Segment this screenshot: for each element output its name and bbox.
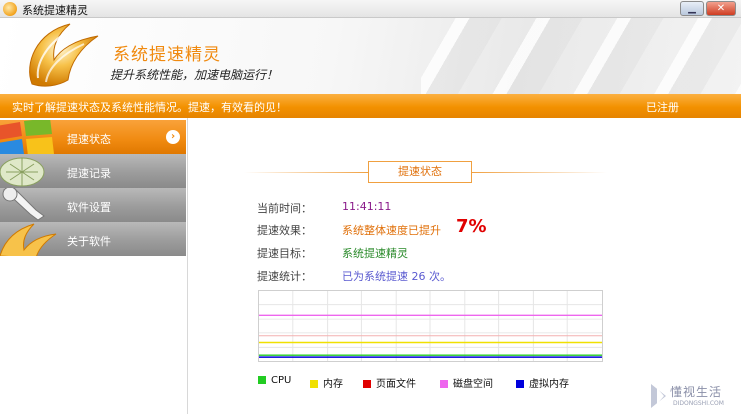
- legend-swatch: [516, 380, 524, 388]
- legend-memory: 内存: [310, 375, 343, 390]
- legend-label: 页面文件: [376, 379, 416, 390]
- legend-swatch: [363, 380, 371, 388]
- status-bar: 实时了解提速状态及系统性能情况。提速，有效看的见！ 已注册: [0, 94, 741, 118]
- wrench-icon: [2, 188, 45, 221]
- app-name: 系统提速精灵: [113, 45, 221, 65]
- legend-swatch: [440, 380, 448, 388]
- speedup-target-label: 提速目标：: [257, 247, 312, 260]
- legend-cpu: CPU: [258, 375, 291, 386]
- sidebar-item-label: 关于软件: [67, 235, 111, 248]
- window-title: 系统提速精灵: [22, 4, 88, 17]
- header-decoration: [421, 18, 741, 94]
- legend-label: 磁盘空间: [453, 379, 493, 390]
- speedup-stats-value: 已为系统提速 26 次。: [342, 270, 451, 283]
- sidebar-item-about[interactable]: 关于软件: [0, 222, 186, 256]
- records-icon: [0, 157, 45, 187]
- main-panel: 提速状态 当前时间： 11:41:11 提速效果： 系统整体速度已提升 7% 提…: [189, 118, 741, 414]
- sidebar-item-label: 软件设置: [67, 201, 111, 214]
- legend-label: CPU: [271, 375, 292, 386]
- divider: [244, 172, 369, 173]
- watermark-subtext: DIDONGSHI.COM: [673, 400, 724, 407]
- title-bar: 系统提速精灵 ▁ ✕: [0, 0, 741, 18]
- legend-disk-space: 磁盘空间: [440, 375, 493, 390]
- legend-label: 虚拟内存: [529, 379, 569, 390]
- sidebar-item-label: 提速记录: [67, 167, 111, 180]
- legend-label: 内存: [323, 379, 343, 390]
- speedup-effect-label: 提速效果：: [257, 224, 312, 237]
- app-icon: [3, 2, 17, 16]
- about-logo-icon: [0, 223, 57, 256]
- speedup-stats-label: 提速统计：: [257, 270, 312, 283]
- header-banner: 系统提速精灵 提升系统性能，加速电脑运行！: [0, 18, 741, 94]
- watermark-text: 懂视生活: [670, 385, 723, 399]
- divider: [472, 172, 607, 173]
- legend-page-file: 页面文件: [363, 375, 416, 390]
- rocket-logo-icon: [29, 23, 99, 87]
- minimize-button[interactable]: ▁: [680, 1, 704, 16]
- legend-swatch: [258, 376, 266, 384]
- speedup-target-value: 系统提速精灵: [342, 247, 408, 260]
- sidebar-item-records[interactable]: 提速记录: [0, 154, 186, 188]
- close-button[interactable]: ✕: [706, 1, 736, 16]
- section-title: 提速状态: [368, 161, 472, 183]
- status-message: 实时了解提速状态及系统性能情况。提速，有效看的见！: [12, 101, 287, 114]
- sidebar: 提速状态 › 提速记录 软件设置 关于软件: [0, 118, 188, 414]
- legend-swatch: [310, 380, 318, 388]
- performance-graph: [258, 290, 603, 362]
- registration-status: 已注册: [646, 101, 679, 114]
- sidebar-item-settings[interactable]: 软件设置: [0, 188, 186, 222]
- sidebar-item-label: 提速状态: [67, 133, 111, 146]
- windows-logo-icon: [0, 120, 54, 154]
- sidebar-item-status[interactable]: 提速状态 ›: [0, 120, 186, 154]
- chevron-right-icon: ›: [166, 130, 180, 144]
- app-slogan: 提升系统性能，加速电脑运行！: [110, 68, 279, 82]
- speedup-effect-value: 系统整体速度已提升: [342, 224, 441, 237]
- legend-virtual-memory: 虚拟内存: [516, 375, 569, 390]
- current-time-label: 当前时间：: [257, 202, 312, 215]
- speedup-percent: 7%: [456, 216, 487, 237]
- current-time-value: 11:41:11: [342, 200, 392, 213]
